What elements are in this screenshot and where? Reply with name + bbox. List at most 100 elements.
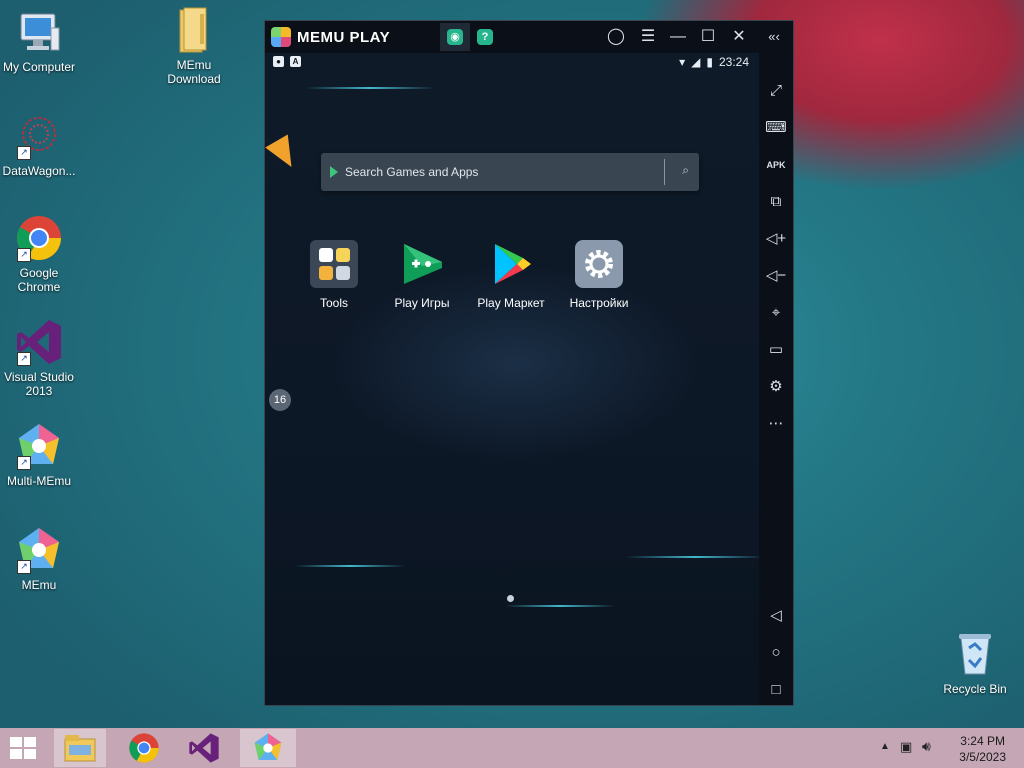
collapse-sidebar-button[interactable]: «‹ [763,27,785,47]
location-icon[interactable]: ⌖ [759,301,793,325]
taskbar-chrome[interactable] [118,729,170,767]
decor-glow-line [305,87,435,89]
emulator-sidebar: ⤢ ⌨ APK ⧉ ◁+ ◁− ⌖ ▭ ⚙ ⋯ ◁ ○ □ [759,53,793,705]
keyboard-icon[interactable]: ⌨ [759,116,793,140]
shortcut-arrow-icon: ↗ [17,248,31,262]
folder-icon [170,6,218,54]
desktop-icon-datawagon[interactable]: ↗ DataWagon... [0,112,84,178]
show-hidden-icons-icon[interactable]: ▲ [880,741,890,752]
volume-up-icon[interactable]: ◁+ [759,227,793,251]
taskbar-clock[interactable]: 3:24 PM 3/5/2023 [959,733,1006,765]
windows-taskbar: ▲ ▣ 🔊︎ 3:24 PM 3/5/2023 [0,728,1024,768]
battery-icon: ▮ [706,55,713,69]
home-icon[interactable]: ○ [759,641,793,665]
app-tools[interactable]: Tools [294,240,374,310]
help-tab-icon: ? [477,29,493,45]
desktop-icon-my-computer[interactable]: My Computer [0,8,84,74]
maximize-button[interactable]: ☐ [697,27,719,47]
recycle-bin-icon [951,630,999,678]
emulator-titlebar[interactable]: MEMU PLAY ◉ ? ◯ ☰ — ☐ ✕ «‹ [265,21,793,53]
search-placeholder: Search Games and Apps [345,165,479,179]
shortcut-arrow-icon: ↗ [17,146,31,160]
network-icon[interactable]: ▣ [900,739,912,755]
desktop-icon-memu[interactable]: ↗ MEmu [0,526,84,592]
fullscreen-icon[interactable]: ⤢ [759,79,793,103]
tab-home[interactable]: ◉ [440,23,470,51]
tools-folder-icon [310,240,358,288]
shortcut-arrow-icon: ↗ [17,560,31,574]
play-store-icon [330,166,338,178]
search-divider [664,159,665,185]
android-screen[interactable]: ● A ▾ ◢ ▮ 23:24 Search Games and Apps ⌕ [265,53,759,705]
multi-memu-icon: ↗ [15,422,63,470]
app-label: Tools [319,296,348,310]
multi-window-icon[interactable]: ⧉ [759,190,793,214]
desktop-icon-label: DataWagon... [2,164,76,178]
desktop-icon-google-chrome[interactable]: ↗ Google Chrome [0,214,84,294]
app-play-market[interactable]: Play Маркет [471,240,551,310]
shortcut-arrow-icon: ↗ [17,352,31,366]
more-icon[interactable]: ⋯ [759,412,793,436]
pizza-icon[interactable] [265,134,303,174]
menu-icon[interactable]: ☰ [637,27,659,47]
apk-icon[interactable]: APK [759,153,793,177]
desktop-icon-label: My Computer [2,60,76,74]
shield-icon: ● [273,56,284,67]
search-icon[interactable]: ⌕ [682,163,689,178]
page-indicator-dot [507,595,514,602]
account-icon[interactable]: ◯ [605,27,627,47]
desktop-icon-recycle-bin[interactable]: Recycle Bin [930,630,1020,696]
memu-icon [254,733,282,760]
app-play-games[interactable]: Play Игры [382,240,462,310]
tab-help[interactable]: ? [470,23,500,51]
search-bar[interactable]: Search Games and Apps ⌕ [321,153,699,191]
decor-glow-line [625,556,759,558]
datawagon-icon: ↗ [15,112,63,160]
close-button[interactable]: ✕ [728,27,750,47]
desktop-icon-label: Multi-MEmu [6,474,71,488]
taskbar-memu[interactable] [240,729,296,767]
windows-start-button[interactable] [10,737,38,759]
play-games-icon [398,240,446,288]
taskbar-visual-studio[interactable] [178,729,230,767]
memu-logo: MEMU PLAY [271,27,390,47]
minimize-button[interactable]: — [667,27,689,47]
signal-icon: ◢ [691,55,701,69]
desktop-icon-memu-download[interactable]: MEmu Download [149,6,239,86]
android-status-bar: ● A ▾ ◢ ▮ 23:24 [265,53,759,73]
decor-glow-line [505,605,615,607]
decor-glow-line [295,565,405,567]
clock-time: 3:24 PM [960,734,1005,748]
desktop-icon-label: Visual Studio 2013 [4,370,74,398]
memu-emulator-window: MEMU PLAY ◉ ? ◯ ☰ — ☐ ✕ «‹ ● A ▾ ◢ ▮ 23:… [264,20,794,706]
floating-counter-badge[interactable]: 16 [269,389,291,411]
app-settings[interactable]: Настройки [559,240,639,310]
status-time: 23:24 [718,55,749,69]
file-explorer-icon [64,735,96,762]
visual-studio-icon [189,733,219,763]
app-label: Play Маркет [477,296,545,310]
recents-icon[interactable]: □ [759,678,793,702]
desktop-icon-label: Google Chrome [17,266,61,294]
brand-name: MEMU PLAY [297,28,391,46]
computer-icon [15,8,63,56]
shortcut-arrow-icon: ↗ [17,456,31,470]
memu-icon: ↗ [15,526,63,574]
desktop-icon-label: MEmu [21,578,57,592]
app-label: Настройки [569,296,629,310]
desktop-icon-multi-memu[interactable]: ↗ Multi-MEmu [0,422,84,488]
desktop-icon-label: MEmu Download [167,58,221,86]
app-label: Play Игры [394,296,450,310]
volume-icon[interactable]: 🔊︎ [922,738,931,755]
settings-icon[interactable]: ⚙ [759,375,793,399]
volume-down-icon[interactable]: ◁− [759,264,793,288]
chrome-icon: ↗ [15,214,63,262]
folder-icon[interactable]: ▭ [759,338,793,362]
back-icon[interactable]: ◁ [759,604,793,628]
notification-a-icon: A [290,56,301,67]
play-market-icon [487,240,535,288]
clock-date: 3/5/2023 [959,750,1006,764]
wifi-icon: ▾ [679,55,686,69]
desktop-icon-visual-studio[interactable]: ↗ Visual Studio 2013 [0,318,84,398]
taskbar-file-explorer[interactable] [54,729,106,767]
